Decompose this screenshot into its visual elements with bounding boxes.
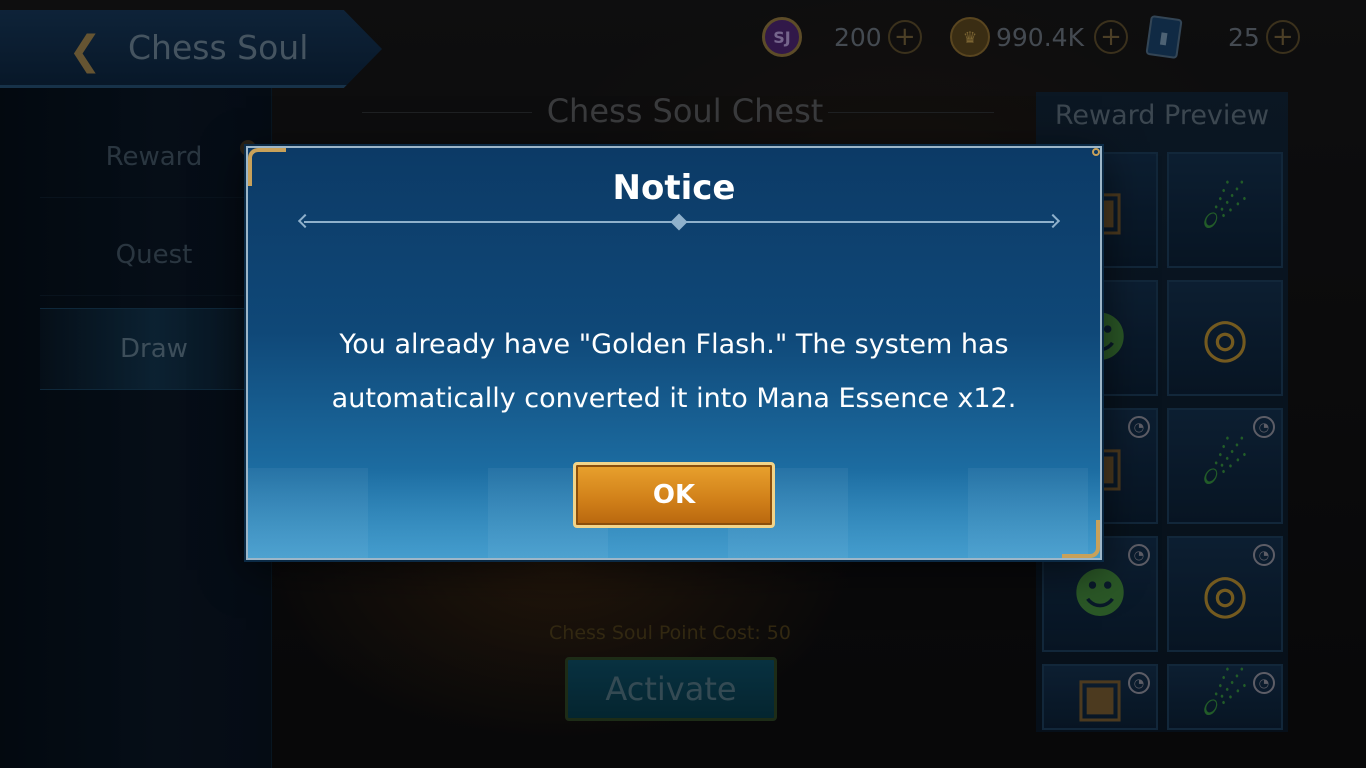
dialog-message-line: You already have "Golden Flash." The sys… [339, 329, 1009, 360]
title-divider [297, 213, 1061, 231]
corner-ornament [1092, 148, 1100, 156]
arrow-left-icon [297, 213, 313, 229]
arrow-right-icon [1045, 213, 1061, 229]
ok-button[interactable]: OK [573, 462, 775, 528]
dialog-title: Notice [612, 168, 736, 208]
dialog-message-line: automatically converted it into Mana Ess… [331, 383, 1017, 414]
diamond-ornament-icon [670, 213, 688, 231]
notice-dialog: Notice You already have "Golden Flash." … [246, 146, 1102, 560]
dialog-message: You already have "Golden Flash." The sys… [308, 318, 1040, 426]
corner-ornament [1062, 520, 1100, 558]
